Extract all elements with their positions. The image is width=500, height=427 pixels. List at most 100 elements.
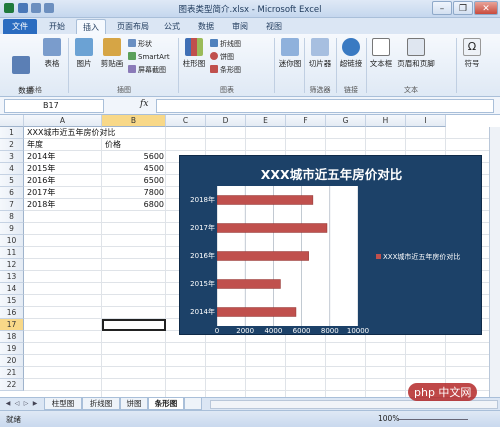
table-button[interactable]: 表格	[40, 38, 64, 69]
picture-button[interactable]: 图片	[72, 38, 96, 69]
column-header-b[interactable]: B	[102, 115, 166, 127]
tab-home[interactable]: 开始	[42, 19, 72, 34]
row-header-8[interactable]: 8	[0, 211, 24, 223]
textbox-button[interactable]: 文本框	[368, 38, 394, 69]
cell-b6[interactable]: 7800	[102, 187, 164, 199]
column-header-i[interactable]: I	[406, 115, 446, 127]
column-header-d[interactable]: D	[206, 115, 246, 127]
cell-a1[interactable]: XXX城市近五年房价对比	[27, 127, 115, 139]
last-sheet-icon[interactable]: ▶	[31, 399, 39, 409]
row-header-15[interactable]: 15	[0, 295, 24, 307]
tab-file[interactable]: 文件	[3, 19, 37, 34]
sheet-tab-bar[interactable]: 条形图	[148, 398, 184, 410]
undo-icon[interactable]	[31, 3, 41, 13]
cell-b7[interactable]: 6800	[102, 199, 164, 211]
cell-a5[interactable]: 2016年	[27, 175, 55, 187]
column-header-f[interactable]: F	[286, 115, 326, 127]
row-header-3[interactable]: 3	[0, 151, 24, 163]
bar-chart-button[interactable]: 条形图	[210, 65, 241, 75]
cell-a7[interactable]: 2018年	[27, 199, 55, 211]
sheet-tab-column[interactable]: 柱型图	[44, 398, 82, 410]
row-header-21[interactable]: 21	[0, 367, 24, 379]
row-header-14[interactable]: 14	[0, 283, 24, 295]
vertical-scrollbar[interactable]	[489, 127, 500, 397]
zoom-level[interactable]: 100%	[378, 414, 399, 423]
bar-2018年[interactable]	[217, 195, 314, 205]
row-header-11[interactable]: 11	[0, 247, 24, 259]
row-header-4[interactable]: 4	[0, 163, 24, 175]
cell-b5[interactable]: 6500	[102, 175, 164, 187]
column-header-a[interactable]: A	[24, 115, 102, 127]
prev-sheet-icon[interactable]: ◁	[13, 399, 21, 409]
row-header-12[interactable]: 12	[0, 259, 24, 271]
column-header-h[interactable]: H	[366, 115, 406, 127]
bar-2015年[interactable]	[217, 279, 281, 289]
line-chart-button[interactable]: 折线图	[210, 39, 241, 49]
first-sheet-icon[interactable]: ◀	[4, 399, 12, 409]
tab-view[interactable]: 视图	[260, 19, 288, 34]
bar-chart[interactable]: XXX城市近五年房价对比 2014年 2015年 2016年 2017年 2018年 0…	[179, 155, 482, 335]
row-header-9[interactable]: 9	[0, 223, 24, 235]
header-footer-button[interactable]: 页眉和页脚	[396, 38, 436, 69]
cell-a6[interactable]: 2017年	[27, 187, 55, 199]
bar-chart-icon	[210, 65, 218, 73]
cell-b2[interactable]: 价格	[105, 139, 121, 151]
smartart-button[interactable]: SmartArt	[128, 52, 170, 61]
tab-insert[interactable]: 插入	[76, 19, 106, 34]
column-chart-button[interactable]: 柱形图	[182, 38, 206, 69]
cell-a4[interactable]: 2015年	[27, 163, 55, 175]
cell-b3[interactable]: 5600	[102, 151, 164, 163]
slicer-button[interactable]: 切片器	[306, 38, 334, 69]
bar-2017年[interactable]	[217, 223, 328, 233]
close-button[interactable]: ✕	[474, 1, 498, 15]
row-header-22[interactable]: 22	[0, 379, 24, 391]
row-header-16[interactable]: 16	[0, 307, 24, 319]
tab-review[interactable]: 审阅	[226, 19, 254, 34]
name-box[interactable]: B17	[4, 99, 104, 113]
formula-input[interactable]	[156, 99, 494, 113]
zoom-slider[interactable]	[398, 419, 468, 420]
clipart-button[interactable]: 剪贴画	[98, 38, 126, 69]
row-header-18[interactable]: 18	[0, 331, 24, 343]
select-all-button[interactable]	[0, 115, 24, 127]
column-header-e[interactable]: E	[246, 115, 286, 127]
bar-2016年[interactable]	[217, 251, 309, 261]
tab-page-layout[interactable]: 页面布局	[112, 19, 154, 34]
redo-icon[interactable]	[44, 3, 54, 13]
row-header-1[interactable]: 1	[0, 127, 24, 139]
next-sheet-icon[interactable]: ▷	[22, 399, 30, 409]
fx-icon[interactable]: fx	[140, 99, 148, 109]
row-header-2[interactable]: 2	[0, 139, 24, 151]
group-label-illustrations: 插图	[117, 86, 131, 94]
tab-formulas[interactable]: 公式	[158, 19, 186, 34]
group-label-tables: 表格	[28, 86, 42, 94]
pie-chart-button[interactable]: 饼图	[210, 52, 234, 62]
hyperlink-button[interactable]: 超链接	[338, 38, 364, 69]
row-header-19[interactable]: 19	[0, 343, 24, 355]
sheet-tab-pie[interactable]: 饼图	[120, 398, 148, 410]
cell-a2[interactable]: 年度	[27, 139, 43, 151]
column-header-c[interactable]: C	[166, 115, 206, 127]
save-icon[interactable]	[18, 3, 28, 13]
sheet-tab-line[interactable]: 折线图	[82, 398, 120, 410]
restore-button[interactable]: ❐	[453, 1, 473, 15]
horizontal-scrollbar[interactable]	[210, 400, 498, 409]
cell-b4[interactable]: 4500	[102, 163, 164, 175]
bar-2014年[interactable]	[217, 307, 297, 317]
row-header-13[interactable]: 13	[0, 271, 24, 283]
tab-data[interactable]: 数据	[192, 19, 220, 34]
row-header-10[interactable]: 10	[0, 235, 24, 247]
new-sheet-icon[interactable]	[184, 398, 202, 410]
row-header-20[interactable]: 20	[0, 355, 24, 367]
shapes-button[interactable]: 形状	[128, 39, 152, 49]
column-header-g[interactable]: G	[326, 115, 366, 127]
row-header-17[interactable]: 17	[0, 319, 24, 331]
sparkline-button[interactable]: 迷你图	[278, 38, 302, 69]
symbol-button[interactable]: Ω 符号	[460, 38, 484, 69]
row-header-5[interactable]: 5	[0, 175, 24, 187]
cell-a3[interactable]: 2014年	[27, 151, 55, 163]
row-header-6[interactable]: 6	[0, 187, 24, 199]
minimize-button[interactable]: –	[432, 1, 452, 15]
screenshot-button[interactable]: 屏幕截图	[128, 65, 166, 75]
row-header-7[interactable]: 7	[0, 199, 24, 211]
